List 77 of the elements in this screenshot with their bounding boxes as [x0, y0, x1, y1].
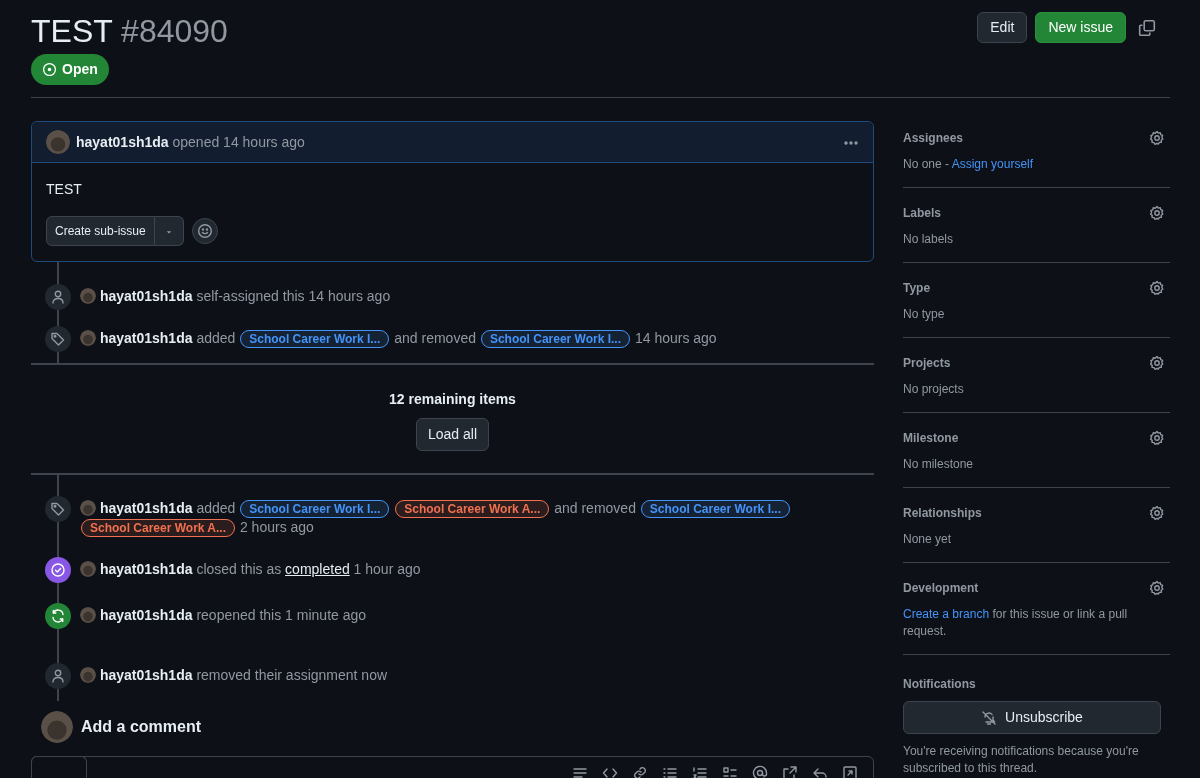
settings-icon[interactable] — [1149, 130, 1165, 147]
section-title: Type — [903, 280, 931, 298]
label-tag[interactable]: School Career Work I... — [240, 500, 390, 519]
section-value: No milestone — [903, 456, 975, 474]
section-title: Labels — [903, 205, 941, 223]
person-icon — [50, 289, 66, 306]
bell-slash-icon — [981, 709, 998, 726]
issue-title: TEST #84090 — [31, 12, 228, 51]
mention-icon[interactable] — [752, 765, 768, 778]
settings-icon[interactable] — [1149, 505, 1165, 522]
section-title: Notifications — [903, 676, 977, 694]
section-value: None yet — [903, 531, 953, 549]
sync-icon — [50, 608, 66, 625]
label-tag[interactable]: School Career Work A... — [81, 519, 236, 538]
section-value: No one - Assign yourself — [903, 156, 1035, 174]
create-sub-issue-button[interactable]: Create sub-issue — [46, 216, 155, 247]
label-tag[interactable]: School Career Work I... — [480, 330, 631, 349]
label-tag[interactable]: School Career Work I... — [640, 500, 790, 519]
quote-icon[interactable] — [572, 765, 588, 778]
edit-button[interactable]: Edit — [977, 12, 1028, 43]
section-value: No projects — [903, 381, 965, 399]
section-value: Create a branch for this issue or link a pull request. — [903, 606, 1129, 641]
section-value: No labels — [903, 231, 955, 249]
issue-number: #84090 — [121, 13, 228, 49]
link[interactable]: completed — [285, 561, 350, 578]
task-list-icon[interactable] — [722, 765, 738, 778]
event-text: hayat01sh1da self-assigned this 14 hours ago — [80, 284, 391, 307]
new-issue-button[interactable]: New issue — [1035, 12, 1126, 43]
link[interactable]: Create a branch — [903, 607, 990, 622]
avatar — [46, 130, 70, 155]
comment-meta: hayat01sh1da opened 14 hours ago — [76, 132, 305, 152]
person-icon — [50, 668, 66, 685]
section-title: Assignees — [903, 130, 964, 148]
copy-icon[interactable] — [1138, 18, 1156, 37]
avatar — [80, 561, 96, 578]
notification-note: You're receiving notifications because you're subscribed to this thread. — [903, 743, 1140, 778]
numbered-list-icon[interactable] — [692, 765, 708, 778]
add-comment-heading: Add a comment — [81, 717, 201, 738]
smiley-icon — [196, 223, 213, 240]
settings-icon[interactable] — [1149, 205, 1165, 222]
avatar — [80, 288, 96, 305]
event-text: hayat01sh1da added School Career Work I... School Career Work A... and removed School Career Work I... School Career Work A... 2 hours ago — [80, 496, 874, 538]
avatar — [80, 667, 96, 684]
event-text: hayat01sh1da closed this as completed 1 hour ago — [80, 557, 421, 580]
link-icon[interactable] — [632, 765, 648, 778]
tag-icon — [50, 501, 66, 518]
expand-icon[interactable] — [842, 765, 858, 778]
avatar — [80, 330, 96, 347]
open-icon — [42, 62, 57, 78]
avatar — [41, 711, 73, 744]
comment-body: TEST — [46, 180, 83, 200]
avatar — [80, 500, 96, 517]
section-title: Milestone — [903, 430, 959, 448]
section-title: Projects — [903, 355, 951, 373]
label-tag[interactable]: School Career Work I... — [240, 330, 390, 349]
event-text: hayat01sh1da reopened this 1 minute ago — [80, 603, 367, 626]
link[interactable]: Assign yourself — [951, 157, 1034, 172]
reaction-button[interactable] — [191, 218, 218, 245]
reference-icon[interactable] — [782, 765, 798, 778]
check-circle-icon — [50, 562, 66, 579]
avatar — [80, 607, 96, 624]
remaining-count: 12 remaining items — [388, 390, 517, 410]
status-badge: Open — [31, 54, 109, 86]
section-value: No type — [903, 306, 946, 324]
unsubscribe-button[interactable]: Unsubscribe — [903, 701, 1161, 735]
settings-icon[interactable] — [1149, 430, 1165, 447]
settings-icon[interactable] — [1149, 580, 1165, 597]
load-all-button[interactable]: Load all — [415, 418, 489, 452]
event-text: hayat01sh1da added School Career Work I... and removed School Career Work I... 14 hours ago — [80, 326, 717, 349]
tag-icon — [50, 331, 66, 348]
section-title: Relationships — [903, 505, 982, 523]
event-text: hayat01sh1da removed their assignment now — [80, 663, 388, 686]
label-tag[interactable]: School Career Work A... — [395, 500, 550, 519]
settings-icon[interactable] — [1149, 280, 1165, 297]
settings-icon[interactable] — [1149, 355, 1165, 372]
bullet-list-icon[interactable] — [662, 765, 678, 778]
section-title: Development — [903, 580, 979, 598]
